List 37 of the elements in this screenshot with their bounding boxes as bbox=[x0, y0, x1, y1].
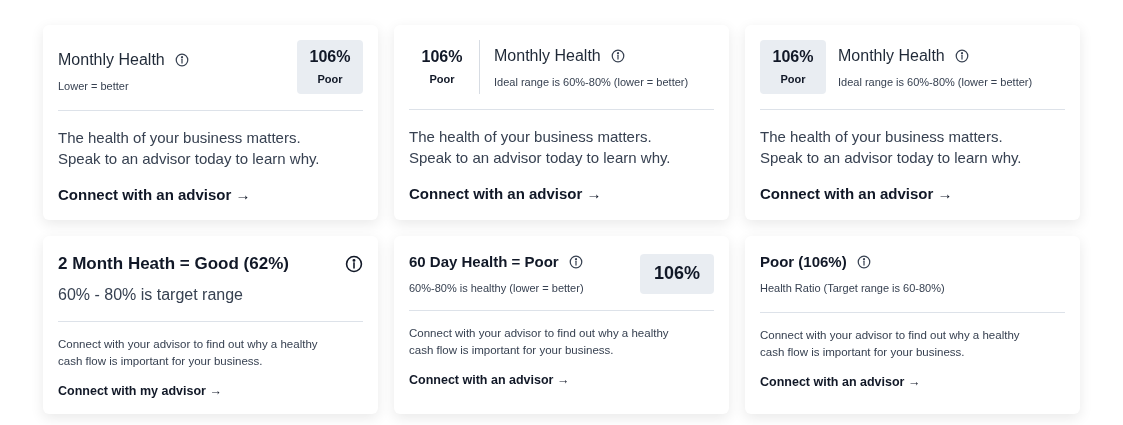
card-description: The health of your business matters. Speak to an advisor today to learn why. bbox=[58, 127, 321, 169]
score-value: 106% bbox=[421, 46, 463, 67]
card-subtitle: 60% - 80% is target range bbox=[58, 284, 244, 305]
score-value: 106% bbox=[309, 46, 351, 67]
card-description: The health of your business matters. Speak to an advisor today to learn why. bbox=[409, 127, 672, 168]
info-icon[interactable] bbox=[345, 254, 363, 273]
advisor-link[interactable]: Connect with an advisor → bbox=[760, 373, 921, 392]
card-description: Connect with your advisor to find out why a healthy cash flow is important for your business. bbox=[760, 328, 1021, 360]
card-description: Connect with your advisor to find out why a healthy cash flow is important for your business. bbox=[409, 326, 670, 358]
info-icon[interactable] bbox=[174, 53, 189, 67]
card-subtitle: 60%-80% is healthy (lower = better) bbox=[409, 280, 584, 296]
score-value: 106% bbox=[653, 262, 700, 285]
score-rating: Poor bbox=[429, 71, 455, 87]
info-icon[interactable] bbox=[856, 255, 871, 270]
card-title: Monthly Health bbox=[494, 45, 601, 66]
card-description: The health of your business matters. Speak to an advisor today to learn why. bbox=[760, 127, 1023, 168]
score-rating: Poor bbox=[317, 71, 343, 87]
card-title: Poor (106%) bbox=[760, 252, 847, 272]
card-title: 2 Month Heath = Good (62%) bbox=[58, 253, 289, 275]
card-title: 60 Day Health = Poor bbox=[409, 252, 559, 272]
card-subtitle: Ideal range is 60%-80% (lower = better) bbox=[838, 74, 1033, 90]
score-rating: Poor bbox=[780, 71, 806, 87]
card-title: Monthly Health bbox=[838, 45, 945, 66]
info-icon[interactable] bbox=[610, 48, 625, 63]
card-subtitle: Health Ratio (Target range is 60-80%) bbox=[760, 280, 946, 296]
advisor-link[interactable]: Connect with an advisor → bbox=[760, 183, 953, 206]
card-description: Connect with your advisor to find out why a healthy cash flow is important for your business. bbox=[58, 336, 319, 369]
card-subtitle: Lower = better bbox=[58, 79, 130, 94]
info-icon[interactable] bbox=[568, 255, 583, 270]
info-icon[interactable] bbox=[954, 48, 969, 63]
advisor-link[interactable]: Connect with an advisor → bbox=[58, 183, 251, 206]
score-value: 106% bbox=[772, 46, 814, 67]
card-subtitle: Ideal range is 60%-80% (lower = better) bbox=[494, 74, 689, 90]
advisor-link[interactable]: Connect with an advisor → bbox=[409, 183, 602, 206]
advisor-link[interactable]: Connect with an advisor → bbox=[409, 371, 570, 390]
advisor-link[interactable]: Connect with my advisor → bbox=[58, 381, 222, 401]
card-title: Monthly Health bbox=[58, 50, 165, 70]
